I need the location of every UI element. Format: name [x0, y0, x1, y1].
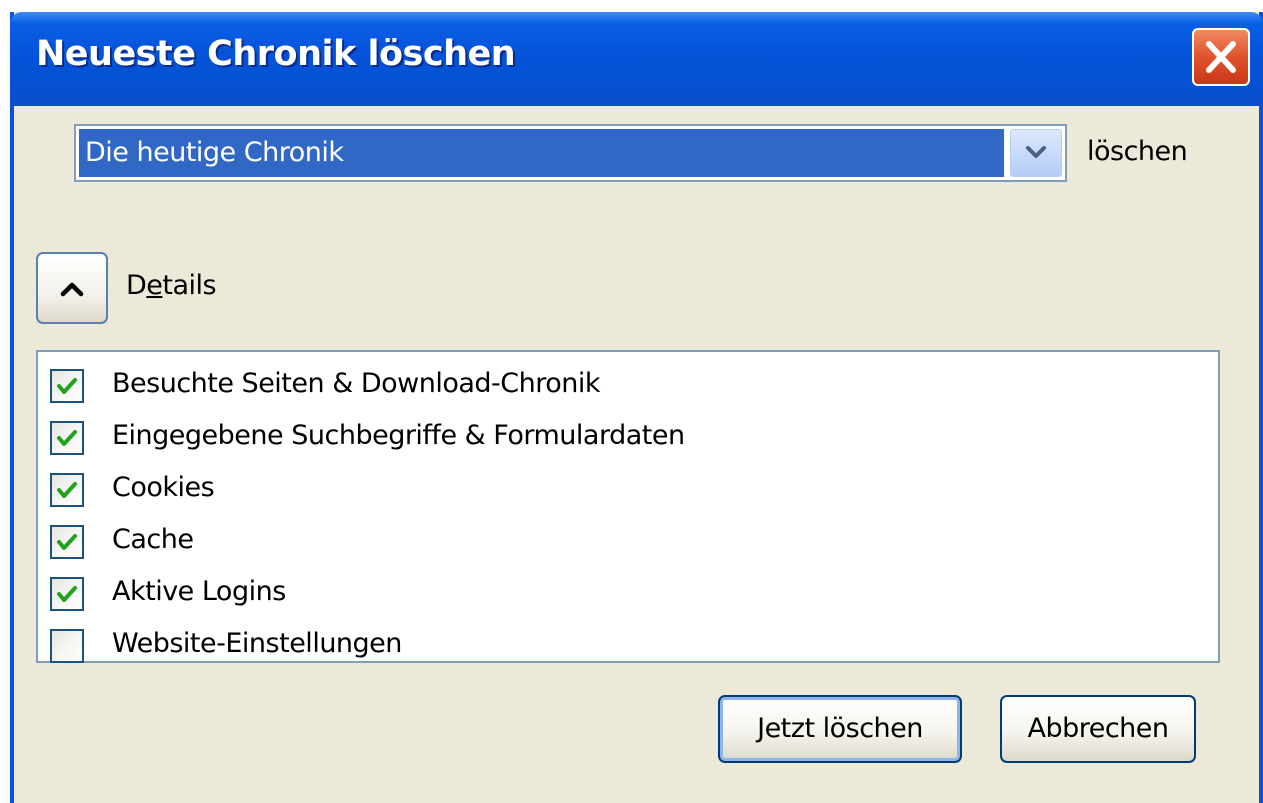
- clear-now-button[interactable]: Jetzt löschen: [718, 695, 962, 763]
- list-item-formdata[interactable]: Eingegebene Suchbegriffe & Formulardaten: [50, 416, 1200, 464]
- time-range-selected-value: Die heutige Chronik: [79, 129, 1004, 177]
- list-item-logins[interactable]: Aktive Logins: [50, 572, 1200, 620]
- list-item-cookies[interactable]: Cookies: [50, 468, 1200, 516]
- chevron-down-icon: [1026, 146, 1046, 158]
- close-button[interactable]: [1192, 28, 1250, 86]
- checkbox-logins[interactable]: [50, 577, 84, 611]
- list-item-history[interactable]: Besuchte Seiten & Download-Chronik: [50, 364, 1200, 412]
- checkmark-icon: [57, 482, 77, 498]
- time-range-select[interactable]: Die heutige Chronik: [74, 124, 1067, 182]
- list-item-label: Cache: [112, 524, 194, 555]
- dialog-title: Neueste Chronik löschen: [36, 34, 516, 74]
- details-label-end: tails: [162, 270, 217, 301]
- details-label: Details: [126, 270, 217, 301]
- details-toggle-button[interactable]: [36, 252, 108, 324]
- checkmark-icon: [57, 586, 77, 602]
- list-item-label: Cookies: [112, 472, 215, 503]
- checkbox-history[interactable]: [50, 369, 84, 403]
- checkbox-cache[interactable]: [50, 525, 84, 559]
- chevron-up-icon: [60, 282, 84, 297]
- list-item-label: Besuchte Seiten & Download-Chronik: [112, 368, 601, 399]
- history-items-list: Besuchte Seiten & Download-Chronik Einge…: [36, 350, 1220, 663]
- list-item-label: Website-Einstellungen: [112, 628, 402, 659]
- details-label-mnemonic: e: [146, 270, 163, 301]
- list-item-label: Eingegebene Suchbegriffe & Formulardaten: [112, 420, 685, 451]
- cancel-button[interactable]: Abbrechen: [1000, 695, 1196, 763]
- list-item-site-settings[interactable]: Website-Einstellungen: [50, 624, 1200, 672]
- details-label-start: D: [126, 270, 147, 301]
- time-range-suffix-label: löschen: [1087, 136, 1188, 167]
- checkbox-site-settings[interactable]: [50, 629, 84, 663]
- checkmark-icon: [57, 378, 77, 394]
- list-item-label: Aktive Logins: [112, 576, 286, 607]
- checkbox-cookies[interactable]: [50, 473, 84, 507]
- close-icon: [1206, 41, 1236, 73]
- dropdown-arrow-button[interactable]: [1010, 129, 1062, 177]
- list-item-cache[interactable]: Cache: [50, 520, 1200, 568]
- checkmark-icon: [57, 534, 77, 550]
- checkmark-icon: [57, 430, 77, 446]
- checkbox-formdata[interactable]: [50, 421, 84, 455]
- title-bar[interactable]: Neueste Chronik löschen: [10, 12, 1263, 106]
